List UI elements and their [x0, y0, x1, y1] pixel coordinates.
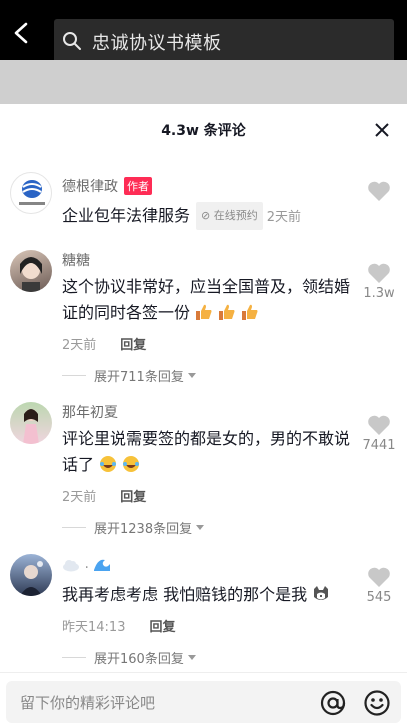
comment-text[interactable]: 评论里说需要签的都是女的，男的不敢说话了: [62, 426, 352, 478]
cloud-icon: [62, 560, 84, 576]
comment-input-bar: 留下你的精彩评论吧: [0, 672, 407, 725]
comment-username[interactable]: 糖糖: [62, 250, 90, 270]
comment-item: 德根律政 作者 企业包年法律服务 ⊘ 在线预约 2天前: [0, 172, 407, 232]
search-icon: [63, 32, 81, 50]
comment-time: 2天前: [266, 210, 302, 225]
like-button[interactable]: 1.3w: [359, 262, 399, 301]
comment-text[interactable]: 我再考虑考虑 我怕赔钱的那个是我: [62, 582, 362, 608]
like-count: 1.3w: [363, 286, 395, 301]
logo-globe-icon: [19, 180, 45, 205]
comment-username[interactable]: ·: [62, 556, 111, 576]
husky-emoji: [307, 585, 330, 604]
service-tag-label: 在线预约: [213, 209, 258, 222]
like-button[interactable]: 545: [359, 566, 399, 605]
laughing-emoji: [94, 455, 140, 474]
reply-button[interactable]: 回复: [120, 490, 146, 505]
comment-count-title: 4.3w 条评论: [161, 123, 246, 139]
comment-body: 企业包年法律服务: [62, 206, 191, 225]
heart-icon: [368, 415, 390, 435]
expand-replies-button[interactable]: 展开711条回复: [62, 366, 196, 385]
chevron-left-icon: [14, 22, 28, 44]
avatar[interactable]: [10, 172, 52, 214]
background-overlay[interactable]: [0, 60, 407, 104]
like-button[interactable]: 7441: [359, 414, 399, 453]
comment-item: 那年初夏 评论里说需要签的都是女的，男的不敢说话了 2天前 回复 展开1238条回…: [0, 398, 407, 538]
expand-replies-label: 展开711条回复: [94, 370, 184, 385]
comment-text[interactable]: 企业包年法律服务 ⊘ 在线预约 2天前: [62, 202, 362, 231]
avatar[interactable]: [10, 554, 52, 596]
comment-text[interactable]: 这个协议非常好，应当全国普及，领结婚证的同时各签一份: [62, 274, 352, 326]
portrait-image: [20, 561, 43, 596]
at-mention-icon[interactable]: [319, 689, 347, 717]
author-badge: 作者: [124, 177, 152, 195]
sheet-header: 4.3w 条评论: [0, 104, 407, 154]
comment-meta: 2天前 回复: [62, 486, 146, 505]
divider: [62, 657, 86, 658]
comment-time: 2天前: [62, 490, 97, 505]
chevron-down-icon: [187, 373, 196, 378]
avatar[interactable]: [10, 402, 52, 444]
back-button[interactable]: [10, 22, 32, 44]
comment-item: · 我再考虑考虑 我怕赔钱的那个是我 昨天14:13 回复 展开160条回复 54…: [0, 550, 407, 668]
comment-meta: 昨天14:13 回复: [62, 616, 175, 635]
comment-meta: 2天前 回复: [62, 334, 146, 353]
chevron-down-icon: [187, 655, 196, 660]
search-query: 忠诚协议书模板: [92, 33, 222, 54]
reply-button[interactable]: 回复: [120, 338, 146, 353]
wave-icon: [89, 559, 111, 576]
expand-replies-button[interactable]: 展开1238条回复: [62, 518, 205, 537]
expand-replies-label: 展开1238条回复: [94, 522, 193, 537]
expand-replies-button[interactable]: 展开160条回复: [62, 648, 196, 667]
chevron-down-icon: [196, 525, 205, 530]
like-button[interactable]: [359, 180, 399, 202]
comment-item: 糖糖 这个协议非常好，应当全国普及，领结婚证的同时各签一份 2天前 回复 展开71…: [0, 246, 407, 386]
comment-time: 昨天14:13: [62, 620, 126, 635]
comment-input-placeholder: 留下你的精彩评论吧: [20, 694, 156, 712]
heart-icon: [368, 567, 390, 587]
comment-username[interactable]: 那年初夏: [62, 402, 118, 422]
comments-sheet: 4.3w 条评论 德根律政 作者 企业包年法律服务 ⊘ 在线预约 2天前 糖糖 …: [0, 104, 407, 725]
heart-icon: [368, 263, 390, 283]
like-count: 545: [366, 590, 392, 605]
avatar[interactable]: [10, 250, 52, 292]
portrait-image: [20, 257, 42, 292]
like-count: 7441: [362, 438, 396, 453]
thumbs-up-emoji: [190, 303, 259, 322]
comment-time: 2天前: [62, 338, 97, 353]
close-icon[interactable]: [375, 123, 389, 137]
service-tag[interactable]: ⊘ 在线预约: [196, 202, 263, 230]
search-input[interactable]: 忠诚协议书模板: [54, 19, 394, 63]
link-icon: ⊘: [201, 209, 214, 222]
comment-input[interactable]: 留下你的精彩评论吧: [6, 681, 401, 723]
heart-icon: [368, 181, 390, 201]
emoji-icon[interactable]: [363, 689, 391, 717]
divider: [62, 527, 86, 528]
portrait-image: [23, 409, 39, 444]
username-text: 德根律政: [62, 179, 118, 195]
top-bar: 忠诚协议书模板: [0, 0, 407, 63]
comment-body: 我再考虑考虑 我怕赔钱的那个是我: [62, 585, 308, 604]
expand-replies-label: 展开160条回复: [94, 652, 184, 667]
divider: [62, 375, 86, 376]
reply-button[interactable]: 回复: [149, 620, 175, 635]
comment-username[interactable]: 德根律政 作者: [62, 176, 152, 196]
